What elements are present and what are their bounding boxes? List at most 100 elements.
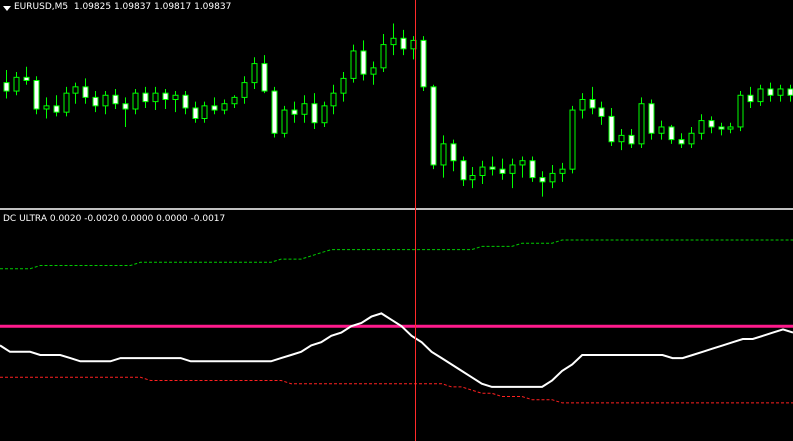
candle-body [122,103,129,110]
candle [340,72,347,102]
chart-header: EURUSD,M5 1.09825 1.09837 1.09817 1.0983… [14,2,231,13]
candle [132,88,139,115]
candle-body [668,126,675,141]
indicator-pane[interactable]: DC ULTRA 0.0020 -0.0020 0.0000 0.0000 -0… [0,210,793,441]
candle [13,72,20,96]
mt4-chart-window[interactable]: EURUSD,M5 1.09825 1.09837 1.09817 1.0983… [0,0,793,441]
candle-body [509,164,516,174]
candle-body [281,109,288,134]
candle [211,97,218,115]
candle-body [628,134,635,145]
candle-body [33,80,40,110]
candle [92,91,99,113]
triangle-down-icon[interactable] [3,6,11,11]
candle [311,93,318,130]
candle-body [102,94,109,107]
candle-body [261,63,268,92]
candle-body [142,92,149,103]
candle-body [777,88,784,96]
candle-body [162,92,169,100]
candle-body [43,105,50,110]
candle [747,86,754,108]
candle-body [3,82,10,92]
candle-body [737,94,744,128]
crosshair-vertical-line[interactable] [415,0,416,441]
candle [112,88,119,109]
candle-body [311,103,318,124]
candle [658,120,665,140]
price-chart-pane[interactable]: EURUSD,M5 1.09825 1.09837 1.09817 1.0983… [0,0,793,208]
candle-body [380,44,387,69]
candle [757,84,764,106]
candle [221,99,228,115]
candle-body [589,99,596,109]
candle [360,40,367,81]
candlestick-chart[interactable] [0,0,793,208]
candle [231,95,238,108]
candle-body [638,103,645,145]
upper-band-line [0,239,793,270]
candle [420,36,427,92]
candle-body [747,94,754,103]
candle-body [450,143,457,162]
candle-body [460,160,467,181]
candle-body [82,86,89,98]
candle-body [271,90,278,134]
main-indicator-line [0,312,793,388]
candle-body [708,120,715,128]
candle-body [608,115,615,143]
candle [122,97,129,127]
candle [718,122,725,136]
candle-body [72,86,79,94]
candle [281,105,288,138]
candle-body [231,96,238,105]
candle-body [63,92,70,113]
candle-body [221,103,228,111]
candle-body [469,175,476,181]
candle-body [479,166,486,177]
candle-body [330,92,337,107]
candle [63,86,70,117]
indicator-values: 0.0020 -0.0020 0.0000 0.0000 -0.0017 [49,214,226,224]
candle-body [489,166,496,170]
candle-body [420,39,427,88]
candle [201,101,208,123]
indicator-name: DC ULTRA [3,214,47,224]
candle-body [698,120,705,134]
candle [192,101,199,123]
candle [330,84,337,115]
candle [241,76,248,104]
candle-body [350,50,357,79]
candle [479,160,486,184]
symbol-label: EURUSD,M5 [14,2,69,12]
candle-body [13,76,20,92]
candle-body [400,37,407,50]
candle [182,91,189,115]
candle-body [440,143,447,166]
candle [440,135,447,178]
candle-body [251,63,258,84]
candle [430,84,437,170]
candle [539,171,546,197]
candle-body [529,160,536,179]
candle [668,124,675,144]
candle [291,101,298,123]
candle-body [658,126,665,134]
candle-body [757,88,764,103]
candle-body [291,109,298,115]
candle [628,129,635,149]
indicator-chart[interactable] [0,210,793,441]
candle-body [53,105,60,113]
candle [162,88,169,109]
candle-body [579,99,586,111]
candle-body [430,86,437,166]
candle [727,122,734,134]
candle [82,78,89,104]
candle-body [688,132,695,145]
candle-body [241,82,248,98]
candle-body [559,168,566,174]
candle [301,95,308,123]
candle [3,69,10,99]
candle-body [201,105,208,120]
candle [261,55,268,94]
